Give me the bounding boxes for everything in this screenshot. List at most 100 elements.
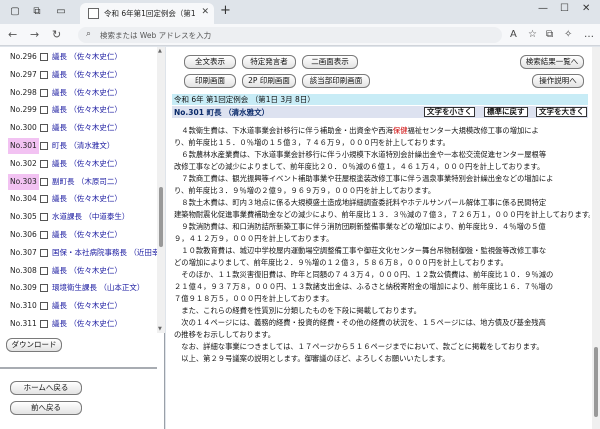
- speaker-list-item[interactable]: No.302 議長 （佐々木史仁）: [6, 156, 156, 172]
- speaker-link[interactable]: 議長 （佐々木史仁）: [52, 67, 122, 83]
- print-2p-button[interactable]: 2P 印刷画面: [242, 74, 296, 88]
- two-screen-button[interactable]: 二画面表示: [302, 55, 358, 69]
- speaker-checkbox[interactable]: [40, 177, 48, 186]
- read-aloud-icon[interactable]: A: [510, 29, 517, 40]
- speaker-link[interactable]: 議長 （佐々木史仁）: [52, 227, 122, 243]
- back-button[interactable]: 前へ戻る: [10, 401, 82, 415]
- speaker-number: No.309: [10, 283, 37, 293]
- specific-speaker-button[interactable]: 特定発言者: [242, 55, 296, 69]
- speaker-list-item[interactable]: No.310 議長 （佐々木史仁）: [6, 298, 156, 314]
- speaker-checkbox[interactable]: [40, 266, 48, 275]
- speaker-link[interactable]: 議長 （佐々木史仁）: [52, 85, 122, 101]
- speaker-checkbox[interactable]: [40, 70, 48, 79]
- speaker-link[interactable]: 町長 （清水雅文）: [52, 138, 114, 154]
- speaker-list-item[interactable]: No.305 水道課長 （中道泰生）: [6, 209, 156, 225]
- help-button[interactable]: 操作説明へ: [532, 74, 584, 88]
- speaker-link[interactable]: 議長 （佐々木史仁）: [52, 263, 122, 279]
- tab-actions-icon[interactable]: ▭: [54, 5, 68, 19]
- speaker-checkbox[interactable]: [40, 159, 48, 168]
- speaker-list-item[interactable]: No.306 議長 （佐々木史仁）: [6, 227, 156, 243]
- minutes-text: ９款消防費は、和口消防詰所新築工事に伴う消防団刷新整備事業などの増加により、前年…: [174, 222, 546, 231]
- speaker-list-item[interactable]: No.303 副町長 （木原司二）: [6, 173, 156, 190]
- speaker-checkbox[interactable]: [40, 106, 48, 115]
- speaker-checkbox[interactable]: [40, 213, 48, 222]
- settings-menu-icon[interactable]: …: [584, 29, 594, 40]
- minutes-text: 建築物耐震化促進事業費補助金などの減少により、前年度比１３．３％減の７億３，７２…: [174, 210, 590, 219]
- speaker-link[interactable]: 副町長 （木原司二）: [52, 174, 122, 190]
- browser-tab-bar: ▢ ⧉ ▭ 令和 6年第1回定例会（第1日 3月 ✕ + — ☐ ✕: [0, 0, 600, 24]
- minutes-text: また、これらの経費を性質別に分類したものを下段に掲載しております。: [174, 306, 421, 315]
- speaker-checkbox[interactable]: [40, 124, 48, 133]
- minutes-line: ６款農林水産業費は、下水道事業会計移行に伴う小規模下水道特別会計繰出金や一本松交…: [174, 149, 590, 161]
- speaker-number: No.304: [10, 194, 37, 204]
- minimize-icon[interactable]: —: [538, 3, 548, 14]
- speaker-link[interactable]: 議長 （佐々木史仁）: [52, 102, 122, 118]
- speaker-list-item[interactable]: No.299 議長 （佐々木史仁）: [6, 102, 156, 118]
- speaker-checkbox[interactable]: [40, 53, 48, 61]
- speaker-checkbox[interactable]: [40, 88, 48, 97]
- home-back-button[interactable]: ホームへ戻る: [10, 381, 82, 395]
- font-reset-button[interactable]: 標準に戻す: [484, 107, 528, 117]
- profile-icon[interactable]: ▢: [8, 5, 22, 19]
- tab-close-icon[interactable]: ✕: [201, 7, 209, 17]
- speaker-number: No.307: [10, 247, 37, 257]
- speaker-number: No.297: [10, 69, 37, 79]
- speaker-number: No.306: [10, 230, 37, 239]
- speaker-list-item[interactable]: No.309 環境衛生課長 （山本正文）: [6, 280, 156, 296]
- speaker-list-item[interactable]: No.300 議長 （佐々木史仁）: [6, 120, 156, 136]
- speaker-link[interactable]: 議長 （佐々木史仁）: [52, 316, 122, 332]
- scrollbar-thumb[interactable]: [159, 187, 163, 247]
- speaker-list-item[interactable]: No.307 国保・本社病院事務長 （近田幸信: [6, 245, 157, 261]
- scroll-up-icon[interactable]: ▲: [158, 48, 162, 54]
- speaker-checkbox[interactable]: [40, 248, 48, 257]
- browser-tab[interactable]: 令和 6年第1回定例会（第1日 3月 ✕: [80, 3, 214, 24]
- speaker-list-item[interactable]: No.296 議長 （佐々木史仁）: [6, 49, 156, 65]
- speaker-list-item[interactable]: No.304 議長 （佐々木史仁）: [6, 191, 156, 207]
- speaker-checkbox[interactable]: [40, 231, 48, 239]
- speaker-checkbox[interactable]: [40, 320, 48, 328]
- speaker-link[interactable]: 議長 （佐々木史仁）: [52, 120, 122, 136]
- close-window-icon[interactable]: ✕: [582, 3, 590, 14]
- speaker-link[interactable]: 環境衛生課長 （山本正文）: [52, 280, 144, 296]
- all-show-button[interactable]: 全文表示: [184, 55, 236, 69]
- maximize-icon[interactable]: ☐: [560, 3, 569, 14]
- speaker-checkbox[interactable]: [40, 142, 48, 150]
- collections-icon[interactable]: ⧉: [546, 29, 553, 40]
- minutes-line: ９，４１２万９，０００円を計上しております。: [174, 233, 590, 245]
- minutes-line: １０款教育費は、城辺中学校屋内運動場空調整備工事や御荘文化センター舞台吊物制御盤…: [174, 245, 590, 257]
- speaker-link[interactable]: 国保・本社病院事務長 （近田幸信: [52, 245, 157, 261]
- favorites-icon[interactable]: ☆: [528, 29, 537, 40]
- font-larger-button[interactable]: 文字を大きく: [536, 107, 587, 117]
- back-icon[interactable]: ←: [8, 28, 17, 42]
- speaker-list-item[interactable]: No.298 議長 （佐々木史仁）: [6, 85, 156, 101]
- speaker-link[interactable]: 議長 （佐々木史仁）: [52, 191, 122, 207]
- speaker-list-item[interactable]: No.297 議長 （佐々木史仁）: [6, 67, 156, 83]
- minutes-scrollbar[interactable]: [592, 47, 600, 429]
- search-results-button[interactable]: 検索結果一覧へ: [520, 55, 584, 69]
- download-button[interactable]: ダウンロード: [6, 338, 62, 352]
- address-input[interactable]: ⌕ 検索または Web アドレスを入力: [78, 27, 502, 43]
- workspaces-icon[interactable]: ⧉: [30, 5, 44, 19]
- minutes-line: 建築物耐震化促進事業費補助金などの減少により、前年度比１３．３％減の７億３，７２…: [174, 209, 590, 221]
- speaker-link[interactable]: 議長 （佐々木史仁）: [52, 298, 122, 314]
- font-smaller-button[interactable]: 文字を小さく: [424, 107, 475, 117]
- speaker-checkbox[interactable]: [40, 284, 48, 293]
- speaker-link[interactable]: 水道課長 （中道泰生）: [52, 209, 129, 225]
- new-tab-icon[interactable]: +: [220, 4, 231, 18]
- speaker-link[interactable]: 議長 （佐々木史仁）: [52, 156, 122, 172]
- speaker-list-item[interactable]: No.308 議長 （佐々木史仁）: [6, 263, 156, 279]
- speaker-checkbox[interactable]: [40, 302, 48, 311]
- speaker-link[interactable]: 議長 （佐々木史仁）: [52, 49, 122, 65]
- refresh-icon[interactable]: ↻: [52, 28, 61, 42]
- scrollbar-thumb[interactable]: [594, 347, 598, 417]
- speaker-list-item[interactable]: No.301 町長 （清水雅文）: [6, 138, 156, 154]
- extensions-icon[interactable]: ✧: [564, 29, 572, 40]
- speaker-checkbox[interactable]: [40, 195, 48, 204]
- scroll-down-icon[interactable]: ▼: [158, 326, 162, 332]
- speaker-list-item[interactable]: No.311 議長 （佐々木史仁）: [6, 316, 156, 332]
- print-screen-button[interactable]: 印刷画面: [184, 74, 236, 88]
- minutes-text: ８款土木費は、町内３地点に係る大規模盛土造成地詳細調査委託料やホテルサンパール解…: [174, 198, 547, 207]
- forward-icon[interactable]: →: [30, 28, 39, 42]
- print-current-button[interactable]: 該当部印刷画面: [302, 74, 370, 88]
- speaker-list-scrollbar[interactable]: ▲ ▼: [157, 47, 165, 333]
